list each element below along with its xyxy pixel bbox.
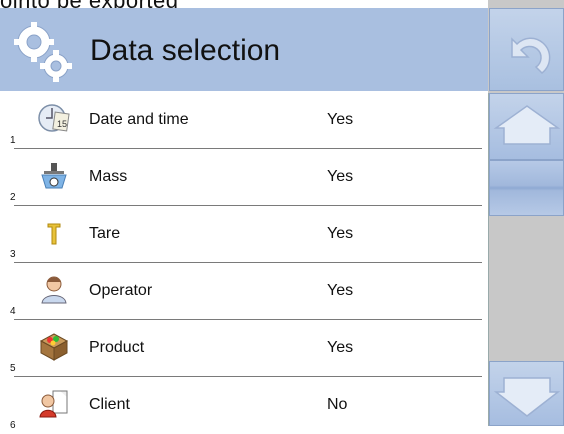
item-number: 3 <box>10 249 16 260</box>
item-label: Client <box>89 396 130 413</box>
item-value: Yes <box>327 225 354 242</box>
tare-icon <box>47 223 61 245</box>
item-value: Yes <box>327 339 354 356</box>
item-value: Yes <box>327 168 354 185</box>
item-label: Tare <box>89 225 121 242</box>
item-number: 2 <box>10 192 16 203</box>
scroll-thumb[interactable] <box>489 160 564 216</box>
arrow-up-icon <box>493 105 561 145</box>
item-number: 4 <box>10 306 16 317</box>
list-item[interactable]: 15 Date and time Yes 1 <box>0 92 482 149</box>
svg-text:15: 15 <box>57 119 67 129</box>
page-title: Data selection <box>90 34 281 67</box>
list-item[interactable]: Operator Yes 4 <box>0 263 482 320</box>
undo-arrow-icon <box>511 37 551 75</box>
item-label: Product <box>89 339 145 356</box>
item-label: Operator <box>89 282 153 299</box>
item-value: No <box>327 396 348 413</box>
list-item[interactable]: Product Yes 5 <box>0 320 482 377</box>
product-box-icon <box>39 333 69 361</box>
list-item[interactable]: Mass Yes 2 <box>0 149 482 206</box>
scroll-down-button[interactable] <box>489 361 564 426</box>
list-item[interactable]: Client No 6 <box>0 377 482 434</box>
clock-calendar-icon: 15 <box>38 104 70 132</box>
client-icon <box>39 390 68 418</box>
operator-icon <box>41 276 67 304</box>
arrow-down-icon <box>493 377 561 417</box>
item-number: 5 <box>10 363 16 374</box>
item-label: Mass <box>89 168 128 185</box>
item-number: 1 <box>10 135 16 146</box>
item-value: Yes <box>327 111 354 128</box>
scroll-up-button[interactable] <box>489 93 564 160</box>
item-label: Date and time <box>89 111 189 128</box>
list-item[interactable]: Tare Yes 3 <box>0 206 482 263</box>
scroll-track[interactable] <box>489 216 564 361</box>
scale-icon <box>41 163 67 189</box>
item-value: Yes <box>327 282 354 299</box>
gears-icon <box>14 22 72 82</box>
back-button[interactable] <box>489 8 564 91</box>
header-bar: Data selection <box>0 8 488 91</box>
